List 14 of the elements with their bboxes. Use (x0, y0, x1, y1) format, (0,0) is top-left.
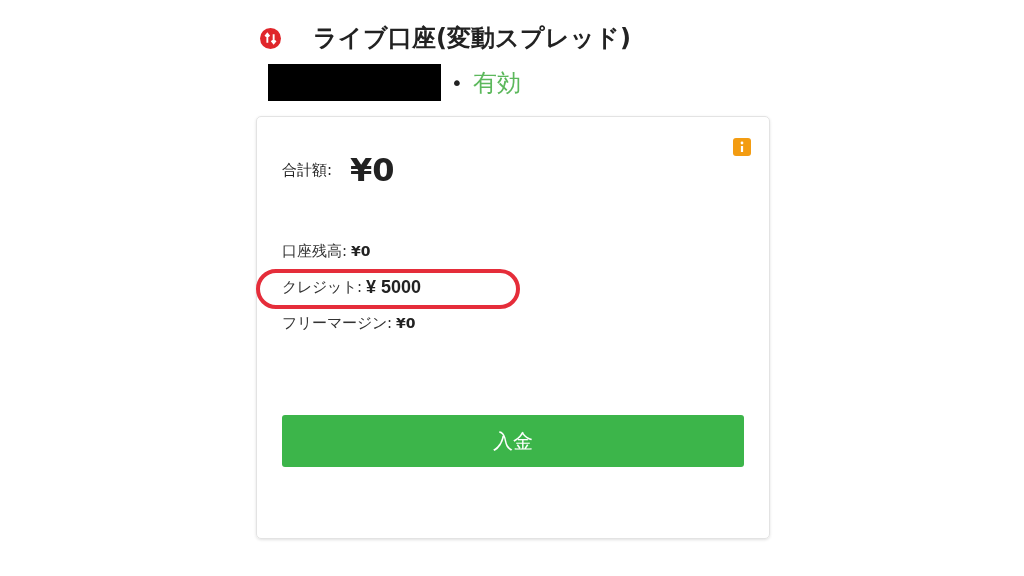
account-title: ライブ口座(変動スプレッド) (313, 23, 631, 54)
transfer-icon (260, 27, 281, 49)
total-value: ¥0 (350, 151, 395, 189)
balance-label: クレジット: (282, 277, 363, 297)
balance-value: ¥ 5000 (366, 276, 422, 298)
bullet: • (451, 70, 463, 95)
balance-label: フリーマージン: (282, 313, 393, 333)
account-status: 有効 (472, 67, 521, 99)
balance-value: ¥0 (396, 315, 416, 331)
balance-value: ¥0 (351, 243, 371, 259)
deposit-button[interactable]: 入金 (282, 415, 744, 467)
info-icon[interactable] (733, 138, 751, 156)
balance-label: 口座残高: (282, 241, 348, 261)
total-label: 合計額: (282, 160, 333, 180)
